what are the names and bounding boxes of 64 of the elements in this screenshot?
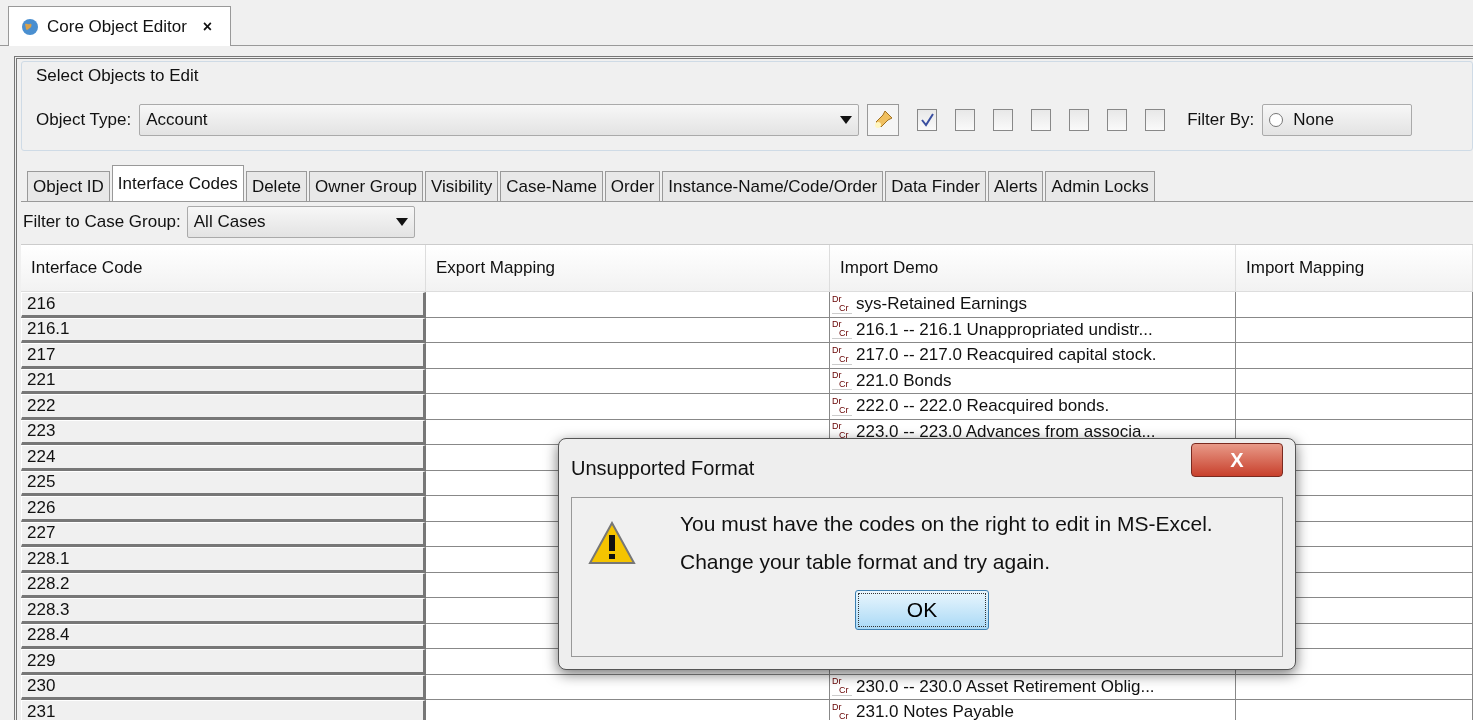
tab[interactable]: Admin Locks bbox=[1045, 171, 1155, 201]
close-icon[interactable]: × bbox=[202, 17, 213, 36]
row-header-cell: 226 bbox=[21, 496, 426, 522]
tab[interactable]: Owner Group bbox=[309, 171, 424, 201]
table-cell: Dr Cr 216.1 -- 216.1 Unappropriated undistr... bbox=[830, 317, 1236, 343]
row-header-cell: 225 bbox=[21, 470, 426, 496]
row-header-cell: 223 bbox=[21, 419, 426, 445]
row-header-cell: 216 bbox=[21, 292, 426, 318]
dialog-title: Unsupported Format bbox=[571, 457, 755, 480]
column-header[interactable]: Import Mapping bbox=[1236, 245, 1473, 292]
row-header-cell: 228.2 bbox=[21, 572, 426, 598]
filter-by-label: Filter By: bbox=[1187, 110, 1255, 130]
tab[interactable]: Case-Name bbox=[500, 171, 603, 201]
table-cell: Dr Cr sys-Retained Earnings bbox=[830, 292, 1236, 318]
tab[interactable]: Object ID bbox=[27, 171, 110, 201]
caret-icon bbox=[840, 116, 853, 124]
tab[interactable]: Interface Codes bbox=[111, 165, 244, 201]
row-header-cell: 222 bbox=[21, 394, 426, 420]
row-header-cell: 224 bbox=[21, 445, 426, 471]
table-cell: Dr Cr 231.0 Notes Payable bbox=[830, 700, 1236, 720]
row-header-cell: 231 bbox=[21, 700, 426, 720]
tab[interactable]: Alerts bbox=[988, 171, 1044, 201]
document-tab[interactable]: Core Object Editor × bbox=[8, 6, 232, 46]
object-type-dropdown[interactable]: Account bbox=[139, 104, 860, 136]
tab[interactable]: Delete bbox=[245, 171, 307, 201]
checkbox[interactable] bbox=[1031, 109, 1052, 131]
globe-icon bbox=[21, 17, 39, 36]
row-header-cell: 230 bbox=[21, 674, 426, 700]
row-header-cell: 228.3 bbox=[21, 598, 426, 624]
checkbox[interactable] bbox=[1107, 109, 1128, 131]
row-header-cell: 221 bbox=[21, 368, 426, 394]
row-header-cell: 228.1 bbox=[21, 547, 426, 573]
row-header-cell: 229 bbox=[21, 649, 426, 675]
group-title: Select Objects to Edit bbox=[36, 66, 200, 86]
row-header-cell: 227 bbox=[21, 521, 426, 547]
flashlight-button[interactable] bbox=[867, 104, 900, 136]
object-type-label: Object Type: bbox=[36, 110, 132, 130]
tab[interactable]: Instance-Name/Code/Order bbox=[662, 171, 884, 201]
checkbox[interactable] bbox=[1069, 109, 1090, 131]
dialog-message: You must have the codes on the right to edit in MS-Excel. bbox=[680, 512, 1213, 536]
row-header-cell: 216.1 bbox=[21, 317, 426, 343]
table-cell: Dr Cr 221.0 Bonds bbox=[830, 368, 1236, 394]
checkbox[interactable] bbox=[1145, 109, 1166, 131]
row-header-cell: 217 bbox=[21, 343, 426, 369]
case-group-label: Filter to Case Group: bbox=[23, 212, 181, 232]
warning-icon bbox=[588, 521, 636, 565]
column-header[interactable]: Import Demo bbox=[830, 245, 1236, 292]
tab[interactable]: Order bbox=[604, 171, 661, 201]
caret-icon bbox=[395, 218, 408, 226]
column-header[interactable]: Export Mapping bbox=[426, 245, 830, 292]
table-cell: Dr Cr 217.0 -- 217.0 Reacquired capital stock. bbox=[830, 343, 1236, 369]
table-cell: Dr Cr 222.0 -- 222.0 Reacquired bonds. bbox=[830, 394, 1236, 420]
column-header[interactable]: Interface Code bbox=[21, 245, 426, 292]
case-group-dropdown[interactable]: All Cases bbox=[186, 206, 415, 238]
filter-radio[interactable]: None bbox=[1262, 104, 1413, 136]
tab[interactable]: Data Finder bbox=[885, 171, 986, 201]
row-header-cell: 228.4 bbox=[21, 623, 426, 649]
ok-button[interactable]: OK bbox=[855, 590, 989, 630]
checkbox[interactable] bbox=[993, 109, 1014, 131]
dialog-message: Change your table format and try again. bbox=[680, 550, 1052, 574]
checkbox[interactable] bbox=[955, 109, 976, 131]
checkbox[interactable] bbox=[917, 109, 938, 131]
table-cell: Dr Cr 230.0 -- 230.0 Asset Retirement Oblig... bbox=[830, 674, 1236, 700]
tab[interactable]: Visibility bbox=[425, 171, 499, 201]
